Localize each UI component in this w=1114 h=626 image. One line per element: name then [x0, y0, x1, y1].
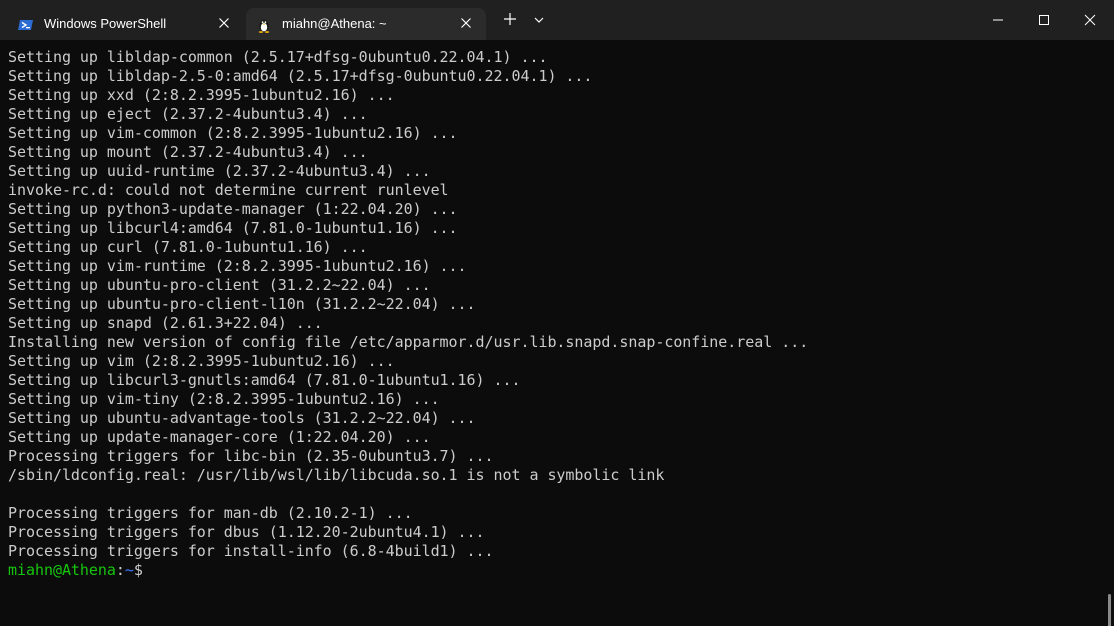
close-icon[interactable]	[216, 15, 232, 31]
terminal-line: Setting up libcurl4:amd64 (7.81.0-1ubunt…	[8, 219, 458, 237]
terminal-line: Setting up update-manager-core (1:22.04.…	[8, 428, 431, 446]
terminal-line: Setting up ubuntu-pro-client (31.2.2~22.…	[8, 276, 431, 294]
prompt-symbol: $	[133, 561, 143, 579]
terminal-line: Setting up ubuntu-advantage-tools (31.2.…	[8, 409, 476, 427]
terminal-line: Setting up python3-update-manager (1:22.…	[8, 200, 458, 218]
terminal-line: Processing triggers for dbus (1.12.20-2u…	[8, 523, 485, 541]
tab-windows-powershell[interactable]: Windows PowerShell	[8, 8, 244, 40]
plus-icon	[503, 11, 517, 30]
terminal-line: Processing triggers for man-db (2.10.2-1…	[8, 504, 413, 522]
maximize-button[interactable]	[1021, 0, 1067, 40]
terminal-line: Setting up ubuntu-pro-client-l10n (31.2.…	[8, 295, 476, 313]
terminal-output: Setting up libldap-common (2.5.17+dfsg-0…	[8, 48, 808, 580]
terminal-line: /sbin/ldconfig.real: /usr/lib/wsl/lib/li…	[8, 466, 665, 484]
terminal-line: Setting up xxd (2:8.2.3995-1ubuntu2.16) …	[8, 86, 395, 104]
maximize-icon	[1038, 11, 1050, 30]
terminal-line: Processing triggers for install-info (6.…	[8, 542, 494, 560]
close-icon[interactable]	[458, 15, 474, 31]
tab-dropdown-button[interactable]	[525, 6, 553, 34]
tab-ubuntu-terminal[interactable]: miahn@Athena: ~	[246, 8, 486, 40]
new-tab-button[interactable]	[496, 6, 524, 34]
terminal-line: Setting up libldap-2.5-0:amd64 (2.5.17+d…	[8, 67, 593, 85]
tab-label: miahn@Athena: ~	[282, 16, 387, 31]
terminal-line: invoke-rc.d: could not determine current…	[8, 181, 449, 199]
terminal-line: Setting up vim-common (2:8.2.3995-1ubunt…	[8, 124, 458, 142]
terminal-prompt[interactable]: miahn@Athena:~$	[8, 561, 808, 580]
close-icon	[1084, 11, 1096, 30]
scrollbar[interactable]	[1108, 594, 1111, 626]
minimize-button[interactable]	[975, 0, 1021, 40]
terminal-line: Setting up snapd (2.61.3+22.04) ...	[8, 314, 323, 332]
terminal-line: Setting up libcurl3-gnutls:amd64 (7.81.0…	[8, 371, 521, 389]
terminal-line: Setting up vim (2:8.2.3995-1ubuntu2.16) …	[8, 352, 395, 370]
prompt-separator: :	[115, 561, 125, 579]
minimize-icon	[992, 11, 1004, 30]
powershell-icon	[18, 17, 34, 33]
terminal-line: Setting up uuid-runtime (2.37.2-4ubuntu3…	[8, 162, 431, 180]
linux-penguin-icon	[256, 17, 272, 33]
close-window-button[interactable]	[1067, 0, 1113, 40]
terminal-pane[interactable]: Setting up libldap-common (2.5.17+dfsg-0…	[0, 40, 1114, 626]
terminal-line: Setting up eject (2.37.2-4ubuntu3.4) ...	[8, 105, 368, 123]
prompt-path: ~	[124, 561, 134, 579]
terminal-line: Setting up vim-tiny (2:8.2.3995-1ubuntu2…	[8, 390, 440, 408]
terminal-line: Processing triggers for libc-bin (2.35-0…	[8, 447, 494, 465]
prompt-user-host: miahn@Athena	[8, 561, 116, 579]
terminal-line: Setting up libldap-common (2.5.17+dfsg-0…	[8, 48, 548, 66]
tab-label: Windows PowerShell	[44, 16, 167, 31]
terminal-line: Installing new version of config file /e…	[8, 333, 809, 351]
title-bar: Windows PowerShell miahn@Athena: ~	[0, 0, 1114, 40]
terminal-line: Setting up curl (7.81.0-1ubuntu1.16) ...	[8, 238, 368, 256]
terminal-line: Setting up vim-runtime (2:8.2.3995-1ubun…	[8, 257, 467, 275]
chevron-down-icon	[533, 11, 545, 30]
terminal-line: Setting up mount (2.37.2-4ubuntu3.4) ...	[8, 143, 368, 161]
